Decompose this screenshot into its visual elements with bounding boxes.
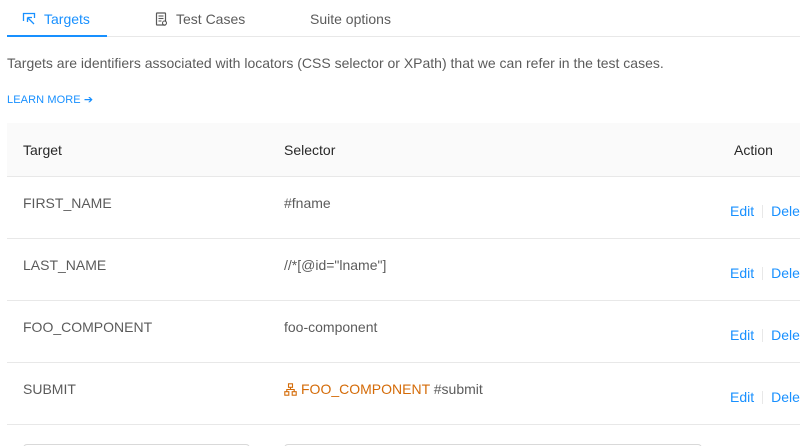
delete-button[interactable]: Dele bbox=[771, 265, 800, 281]
table-row: FIRST_NAME #fname Edit Dele bbox=[7, 177, 800, 239]
column-header-target[interactable]: Target bbox=[23, 123, 62, 176]
table-row: LAST_NAME //*[@id="lname"] Edit Dele bbox=[7, 239, 800, 301]
selector-value: #fname bbox=[284, 195, 331, 211]
delete-button[interactable]: Dele bbox=[771, 203, 800, 219]
column-header-action: Action bbox=[734, 141, 773, 158]
table-header: Target Selector Action bbox=[7, 123, 800, 177]
action-divider bbox=[762, 266, 764, 280]
selector-value: //*[@id="lname"] bbox=[284, 257, 387, 273]
tab-bar: Targets Test Cases Suite options bbox=[7, 0, 800, 37]
column-header-selector[interactable]: Selector bbox=[284, 123, 335, 176]
action-divider bbox=[762, 328, 764, 342]
delete-button[interactable]: Dele bbox=[771, 389, 800, 405]
selector-value: foo-component bbox=[284, 319, 378, 335]
target-name: SUBMIT bbox=[23, 381, 76, 397]
tab-test-cases[interactable]: Test Cases bbox=[155, 0, 245, 37]
tab-targets[interactable]: Targets bbox=[22, 0, 90, 37]
description-text: Targets are identifiers associated with … bbox=[7, 55, 664, 71]
target-name: FIRST_NAME bbox=[23, 195, 112, 211]
target-name: LAST_NAME bbox=[23, 257, 107, 273]
tab-suite-options[interactable]: Suite options bbox=[310, 0, 391, 37]
edit-button[interactable]: Edit bbox=[730, 203, 754, 219]
selector-value: FOO_COMPONENT #submit bbox=[284, 381, 483, 399]
hierarchy-icon bbox=[284, 383, 297, 399]
targets-table: Target Selector Action FIRST_NAME #fname… bbox=[7, 123, 800, 425]
selector-value-suffix: #submit bbox=[433, 381, 483, 397]
tab-targets-label: Targets bbox=[44, 10, 90, 27]
table-row: SUBMIT FOO_COMPONENT #submit Edit Dele bbox=[7, 363, 800, 425]
edit-button[interactable]: Edit bbox=[730, 265, 754, 281]
table-row: FOO_COMPONENT foo-component Edit Dele bbox=[7, 301, 800, 363]
action-divider bbox=[762, 390, 764, 404]
action-divider bbox=[762, 204, 764, 218]
tab-test-cases-label: Test Cases bbox=[176, 10, 246, 27]
selector-reference[interactable]: FOO_COMPONENT bbox=[284, 381, 430, 397]
row-actions: Edit Dele bbox=[730, 327, 800, 343]
target-select-icon bbox=[22, 12, 36, 26]
active-tab-indicator bbox=[7, 35, 107, 37]
document-icon bbox=[155, 11, 168, 26]
delete-button[interactable]: Dele bbox=[771, 327, 800, 343]
row-actions: Edit Dele bbox=[730, 265, 800, 281]
edit-button[interactable]: Edit bbox=[730, 389, 754, 405]
row-actions: Edit Dele bbox=[730, 203, 800, 219]
learn-more-link[interactable]: LEARN MORE ➔ bbox=[7, 93, 93, 106]
target-name: FOO_COMPONENT bbox=[23, 319, 153, 335]
tab-suite-options-label: Suite options bbox=[310, 10, 391, 27]
selector-reference-label: FOO_COMPONENT bbox=[301, 381, 430, 397]
edit-button[interactable]: Edit bbox=[730, 327, 754, 343]
row-actions: Edit Dele bbox=[730, 389, 800, 405]
